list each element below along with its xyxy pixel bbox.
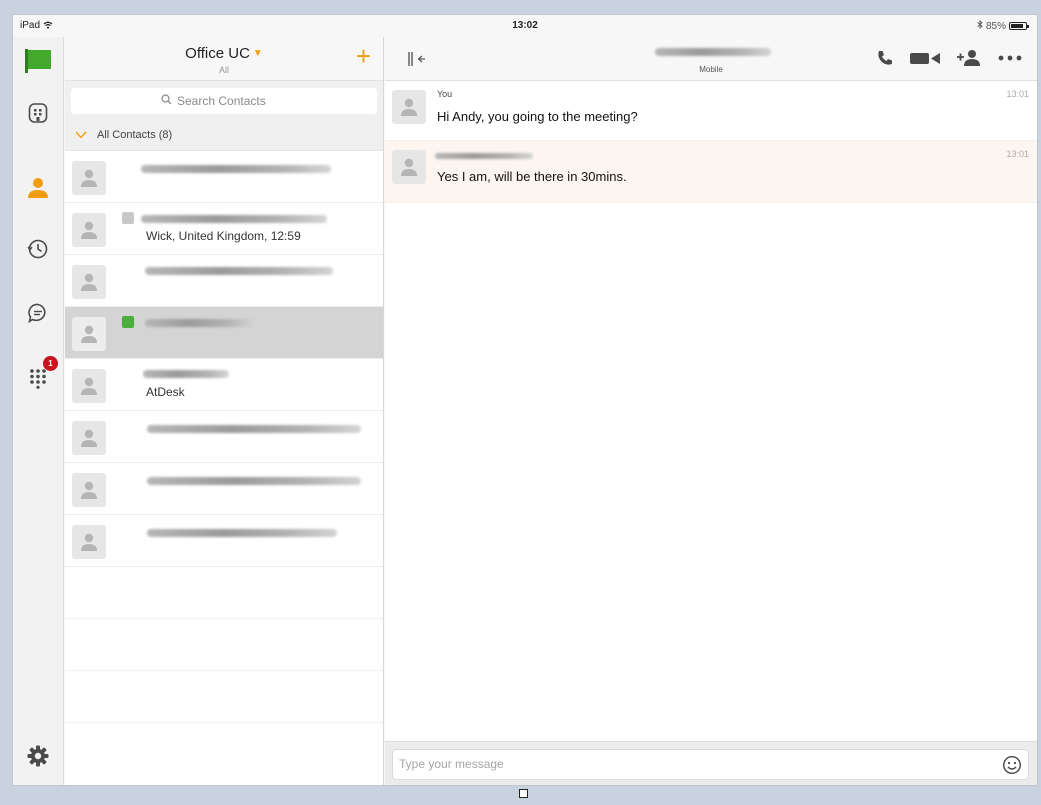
- battery-percent: 85%: [985, 20, 1006, 32]
- navigation-rail: 1: [13, 37, 64, 785]
- dialpad-icon[interactable]: 1: [24, 356, 58, 392]
- contact-name-redacted: [147, 477, 361, 485]
- chevron-down-icon: [75, 128, 87, 142]
- avatar: [72, 161, 106, 195]
- contact-name-redacted: [143, 370, 229, 378]
- chat-icon[interactable]: [24, 299, 52, 327]
- avatar: [392, 90, 426, 124]
- contact-name-redacted: [141, 215, 327, 223]
- contact-name-redacted: [147, 529, 337, 537]
- avatar: [72, 213, 106, 247]
- message-text: Yes I am, will be there in 30mins.: [437, 169, 627, 184]
- message-sender: You: [437, 89, 453, 99]
- avatar: [72, 473, 106, 507]
- status-right: 85%: [977, 20, 1029, 32]
- search-input[interactable]: [177, 94, 287, 108]
- conversation-header: Mobile: [385, 37, 1037, 81]
- contact-status: AtDesk: [146, 385, 185, 399]
- presence-flag-icon: [122, 212, 134, 224]
- conversation-contact-name-redacted: [655, 48, 771, 56]
- contact-name-redacted: [145, 267, 333, 275]
- video-camera-icon: [910, 53, 940, 64]
- contact-row[interactable]: [65, 463, 383, 515]
- message-input-box[interactable]: [392, 749, 1029, 780]
- contact-row[interactable]: AtDesk: [65, 359, 383, 411]
- avatar: [72, 265, 106, 299]
- avatar: [72, 317, 106, 351]
- message-time: 13:01: [1006, 149, 1029, 159]
- add-person-icon: [957, 50, 980, 66]
- mobile-presence-icon: [122, 316, 134, 328]
- status-time: 13:02: [512, 20, 538, 31]
- avatar: [72, 525, 106, 559]
- conversation-panel: Mobile You 13:01 Hi Andy, you going to t…: [385, 37, 1037, 785]
- message-input[interactable]: [399, 757, 959, 771]
- contact-group-label: All Contacts (8): [97, 128, 173, 141]
- search-box[interactable]: [71, 88, 377, 114]
- search-icon: [161, 92, 172, 110]
- contact-row[interactable]: [65, 515, 383, 567]
- contact-row[interactable]: [65, 151, 383, 203]
- account-title: Office UC: [185, 45, 250, 62]
- contact-name-redacted: [145, 319, 255, 327]
- empty-list-row: [65, 619, 383, 671]
- account-selector[interactable]: Office UC ▼: [65, 45, 383, 62]
- smiley-icon: [1002, 755, 1022, 775]
- gear-icon[interactable]: [24, 742, 52, 770]
- contacts-icon[interactable]: [24, 174, 52, 202]
- caret-down-icon: ▼: [252, 48, 263, 59]
- message-list: You 13:01 Hi Andy, you going to the meet…: [385, 81, 1037, 203]
- message-text: Hi Andy, you going to the meeting?: [437, 109, 638, 124]
- contact-row[interactable]: [65, 411, 383, 463]
- contacts-header: Office UC ▼ All +: [65, 37, 383, 81]
- empty-list-row: [65, 567, 383, 619]
- emoji-button[interactable]: [1002, 755, 1022, 775]
- contact-row-selected[interactable]: [65, 307, 383, 359]
- message-outgoing: You 13:01 Hi Andy, you going to the meet…: [385, 81, 1037, 141]
- contacts-panel: Office UC▼ All + All Contacts (8): [65, 37, 384, 785]
- add-participant-button[interactable]: [955, 47, 983, 69]
- contact-row[interactable]: Wick, United Kingdom, 12:59: [65, 203, 383, 255]
- contact-name-redacted: [141, 165, 331, 173]
- contact-row[interactable]: [65, 255, 383, 307]
- app-window: iPad 13:02 85% 1 Office UC ▼ All + Searc…: [12, 14, 1038, 786]
- avatar: [72, 369, 106, 403]
- video-call-button[interactable]: [908, 47, 942, 69]
- status-bar: iPad 13:02 85%: [13, 15, 1037, 37]
- dialpad-badge: 1: [43, 356, 58, 371]
- flag-icon[interactable]: [24, 47, 52, 75]
- contact-name-redacted: [147, 425, 361, 433]
- battery-fill: [1011, 24, 1023, 28]
- contact-group-header[interactable]: All Contacts (8): [65, 119, 383, 151]
- more-options-button[interactable]: [995, 47, 1025, 69]
- contact-status: Wick, United Kingdom, 12:59: [146, 229, 301, 243]
- bluetooth-icon: [977, 20, 983, 32]
- call-button[interactable]: [873, 47, 897, 69]
- message-incoming: 13:01 Yes I am, will be there in 30mins.: [385, 141, 1037, 203]
- avatar: [72, 421, 106, 455]
- ellipsis-icon: [998, 55, 1022, 61]
- avatar: [392, 150, 426, 184]
- contacts-filter: All: [218, 65, 229, 75]
- building-icon[interactable]: [24, 99, 52, 127]
- resize-handle[interactable]: [519, 789, 528, 798]
- message-time: 13:01: [1006, 89, 1029, 99]
- screen-bottom-strip: [0, 786, 1041, 805]
- battery-icon: [1009, 22, 1029, 30]
- history-icon[interactable]: [24, 235, 52, 263]
- add-contact-button[interactable]: +: [356, 43, 371, 69]
- message-composer: [385, 741, 1037, 785]
- search-bar: [65, 81, 383, 119]
- phone-icon: [878, 51, 892, 65]
- message-sender-redacted: [435, 153, 533, 159]
- empty-list-row: [65, 671, 383, 723]
- contact-list: Wick, United Kingdom, 12:59 AtDesk: [65, 151, 383, 723]
